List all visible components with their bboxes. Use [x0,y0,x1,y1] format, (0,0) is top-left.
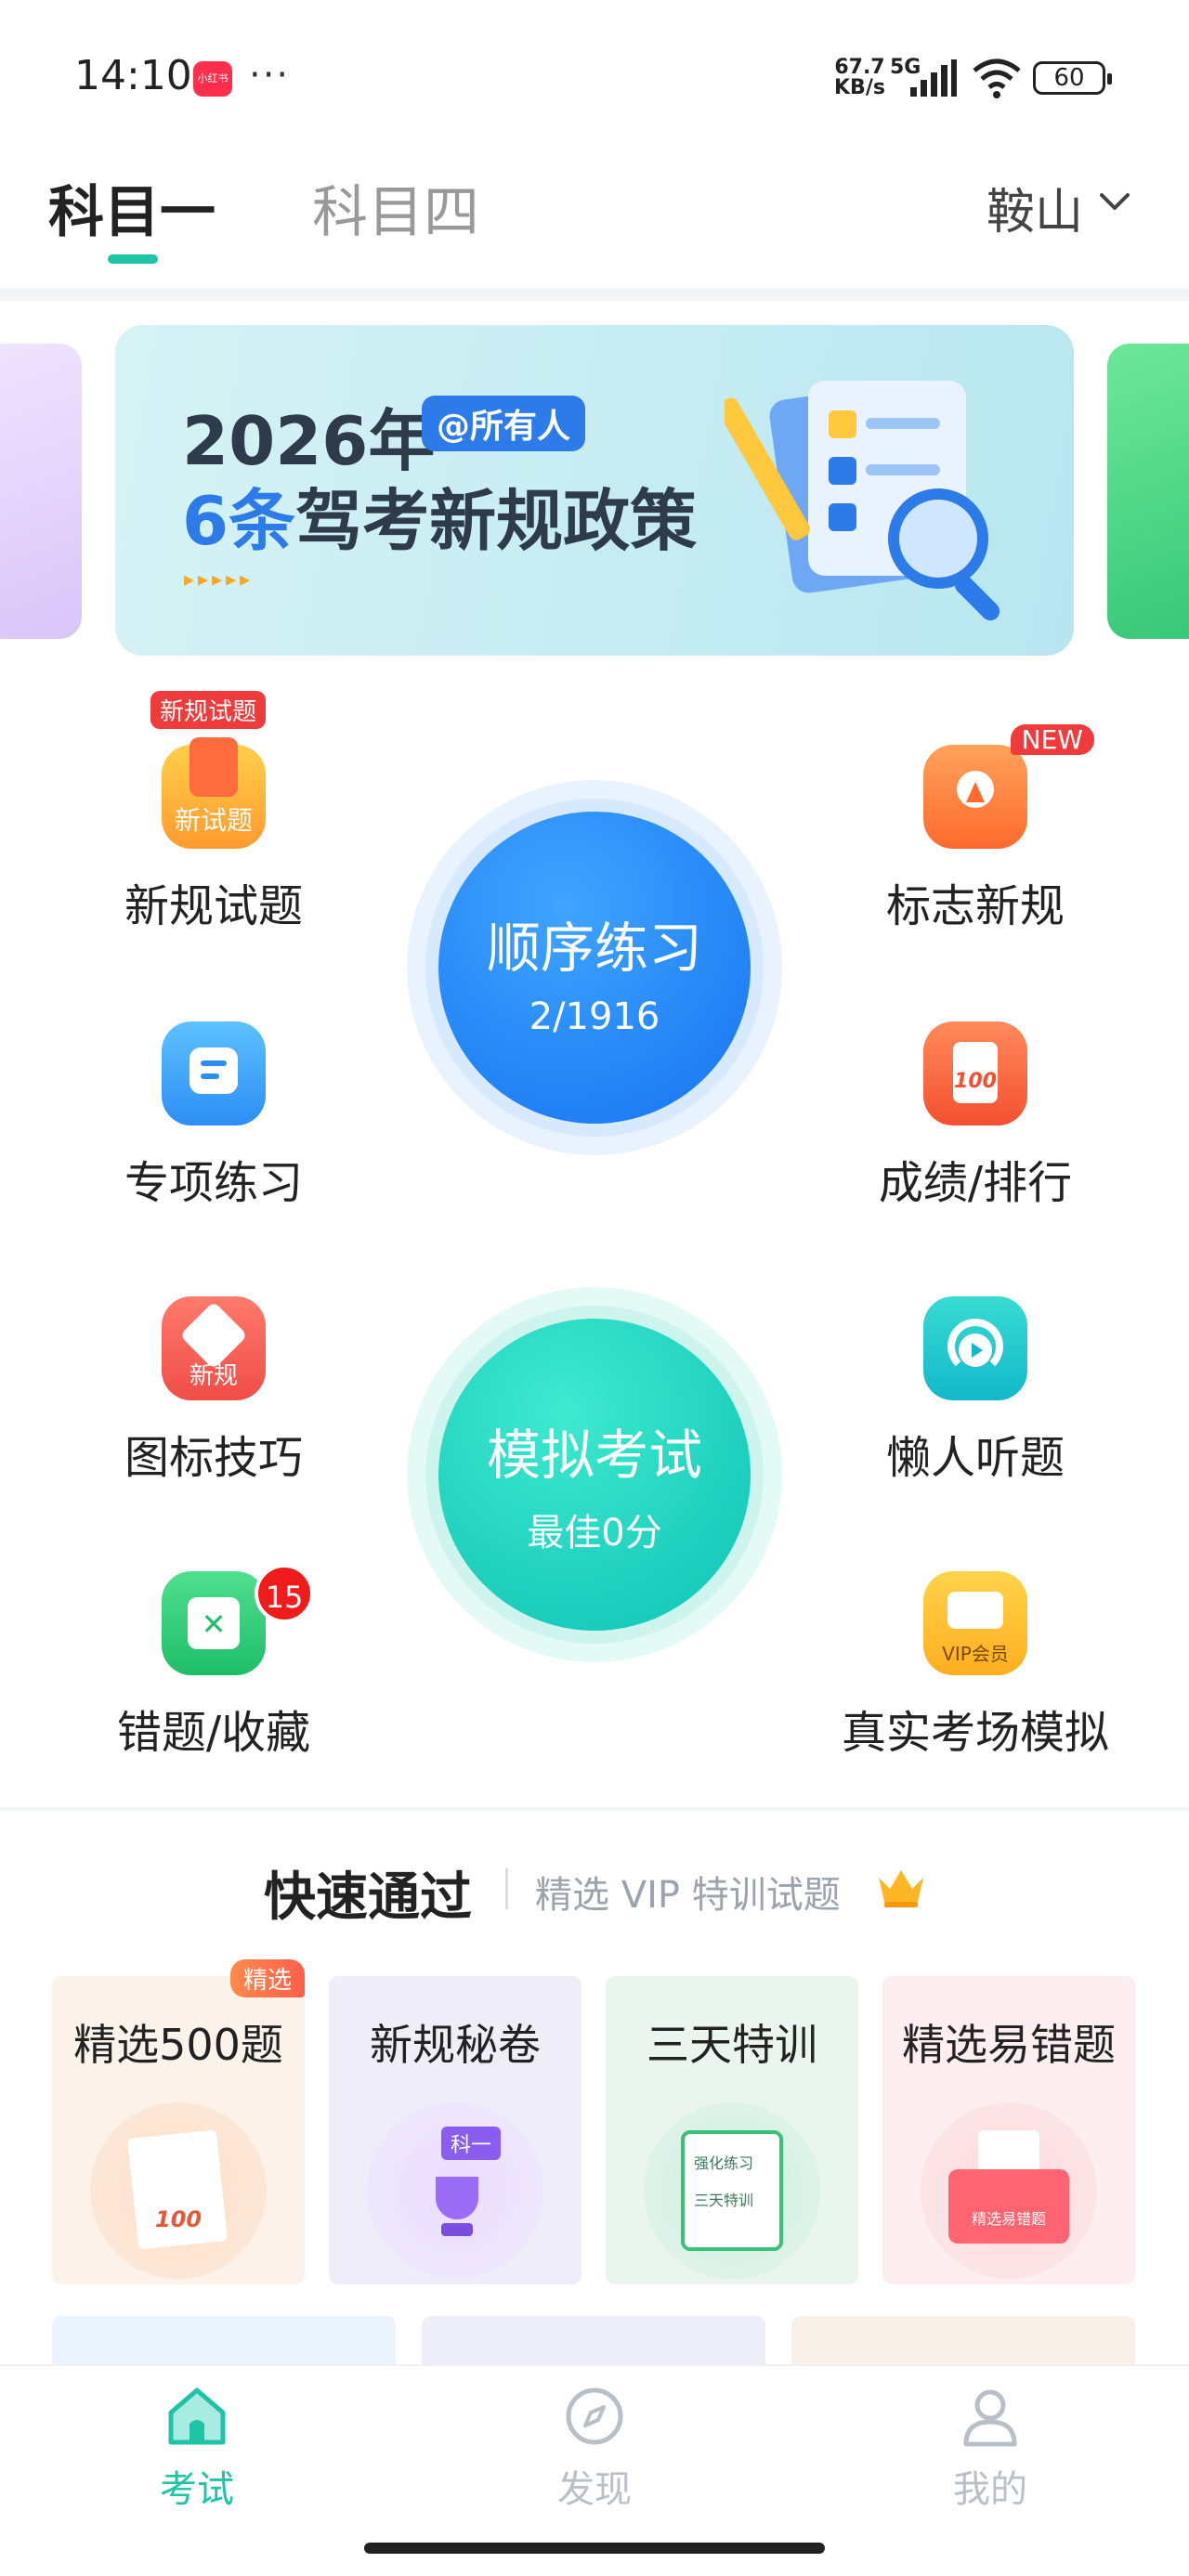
signal-icon [910,59,957,97]
mock-exam-best-score: 最佳0分 [527,1512,662,1555]
sequential-practice-button[interactable]: 顺序练习 2/1916 [407,780,782,1155]
nav-discover[interactable]: 发现 [502,2383,687,2513]
status-bar: 14:10 小红书 ··· 67.7 KB/s 5G 60 [0,0,1189,158]
quick-card-three-day[interactable]: 三天特训 强化练习 三天特训 [606,1976,858,2284]
more-cards-peek [422,2316,765,2372]
clipboard-icon: 强化练习 三天特训 [644,2102,820,2279]
quick-card-secret[interactable]: 新规秘卷 科一 [329,1976,581,2284]
quick-card-mistakes[interactable]: 精选易错题 精选易错题 [882,1976,1135,2284]
nav-discover-label: 发现 [557,2468,632,2511]
more-cards-peek [791,2316,1135,2372]
battery-icon: 60 [1033,61,1112,95]
sequential-practice-title: 顺序练习 [486,917,702,980]
banner-prev-peek[interactable] [0,344,82,639]
new-questions-icon: 新规试题 新试题 [150,691,267,849]
user-icon [963,2389,1017,2447]
new-questions-badge: 新规试题 [150,691,267,729]
icon-tips-label: 图标技巧 [124,1432,303,1484]
compass-icon [566,2387,623,2445]
topic-practice-entry[interactable]: 专项练习 [74,1021,353,1211]
checklist-magnifier-icon [725,381,1000,621]
active-tab-indicator [108,254,158,264]
papers-icon: 100 [90,2102,267,2279]
wifi-icon [973,59,1021,98]
score-sheet-icon: 100 [923,1021,1027,1125]
score-ranking-entry[interactable]: 100 成绩/排行 [836,1021,1115,1211]
signs-new-rules-entry[interactable]: NEW 标志新规 [836,724,1115,934]
score-ranking-label: 成绩/排行 [878,1157,1073,1209]
home-indicator[interactable] [364,2543,825,2554]
nav-mine-label: 我的 [953,2468,1027,2511]
mistakes-icon: ✕ 15 [162,1564,314,1675]
net-speed: 67.7 KB/s [834,56,885,99]
nav-exam[interactable]: 考试 [104,2383,290,2513]
quick-card-title: 精选500题 [73,2020,283,2070]
ballot-box-icon: 精选易错题 [921,2102,1097,2279]
lazy-listen-entry[interactable]: 懒人听题 [836,1296,1115,1486]
icon-tips-entry[interactable]: 新规 图标技巧 [74,1296,353,1486]
quick-pass-title: 快速通过 [264,1867,472,1928]
headphones-icon [923,1296,1027,1400]
title-separator [505,1868,508,1909]
quick-card-500[interactable]: 精选 精选500题 100 [52,1959,305,2284]
signs-new-badge: NEW [1010,724,1094,755]
banner-next-peek[interactable] [1107,344,1189,639]
more-cards-peek [52,2316,396,2372]
banner-headline: 6条驾考新规政策 [182,482,698,560]
sequential-progress: 2/1916 [529,995,660,1038]
signs-new-rules-label: 标志新规 [885,880,1065,932]
mistakes-favorites-entry[interactable]: ✕ 15 错题/收藏 [74,1564,353,1761]
traffic-cone-icon: NEW [923,724,1094,849]
header-divider [0,288,1189,301]
promo-banner[interactable]: 2026年 @所有人 6条驾考新规政策 ▸▸▸▸▸ [115,325,1074,656]
city-selector[interactable]: 鞍山 [986,173,1083,242]
status-time: 14:10 [74,52,192,99]
chevron-down-icon[interactable] [1096,184,1133,221]
mock-exam-button[interactable]: 模拟考试 最佳0分 [407,1287,782,1662]
tab-subject-one[interactable]: 科目一 [48,167,216,248]
road-sign-icon: 新规 [162,1296,266,1400]
lazy-listen-label: 懒人听题 [885,1432,1065,1484]
tab-subject-four[interactable]: 科目四 [312,167,479,248]
more-notifications-icon: ··· [249,54,291,97]
crown-icon [879,1870,923,1907]
nav-exam-label: 考试 [160,2468,234,2511]
section-divider [0,1807,1189,1811]
mistakes-count-badge: 15 [255,1564,314,1623]
trophy-icon: 科一 [367,2102,543,2279]
home-icon [168,2387,226,2445]
nav-mine[interactable]: 我的 [897,2383,1083,2513]
quick-card-title: 三天特训 [647,2020,817,2070]
app-notification-icon: 小红书 [193,61,232,97]
topic-practice-label: 专项练习 [124,1157,303,1209]
banner-arrows: ▸▸▸▸▸ [184,568,255,592]
featured-pill: 精选 [229,1959,305,1997]
new-questions-label: 新规试题 [124,880,303,932]
real-exam-sim-entry[interactable]: VIP会员 真实考场模拟 [836,1571,1115,1761]
vip-exam-icon: VIP会员 [923,1571,1027,1675]
quick-card-title: 精选易错题 [902,2020,1116,2070]
new-questions-entry[interactable]: 新规试题 新试题 新规试题 [74,691,353,934]
quick-pass-subtitle: 精选 VIP 特训试题 [535,1874,841,1917]
mock-exam-title: 模拟考试 [486,1424,702,1487]
mistakes-label: 错题/收藏 [116,1707,311,1759]
chat-list-icon [162,1021,266,1125]
quick-card-title: 新规秘卷 [370,2020,541,2070]
real-exam-sim-label: 真实考场模拟 [841,1707,1109,1759]
banner-tag: @所有人 [422,396,586,451]
